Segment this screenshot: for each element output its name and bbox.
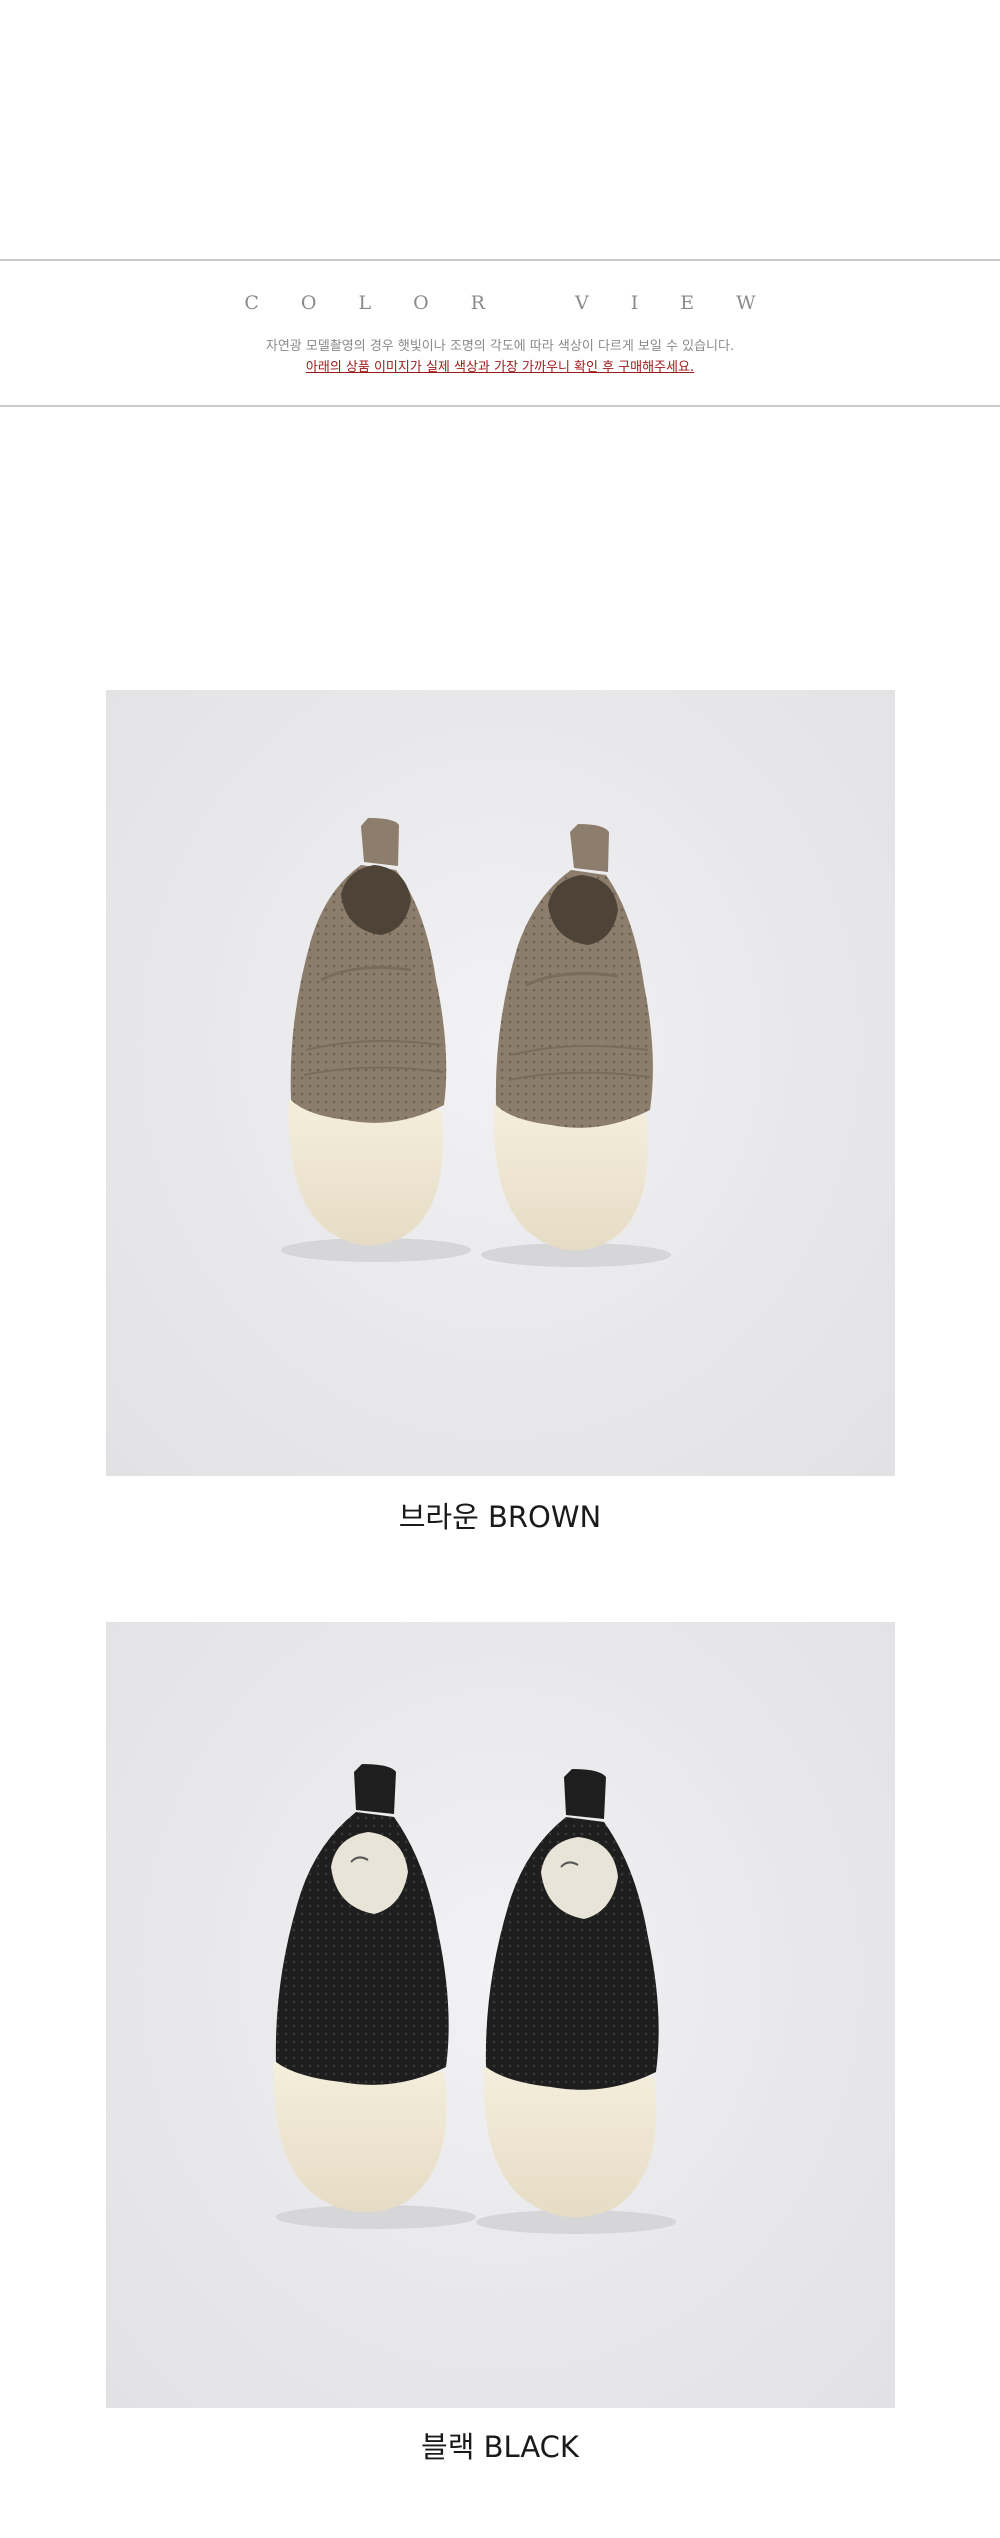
black-slip-on-shoes-image [273,1764,676,2234]
lighting-notice: 자연광 모델촬영의 경우 햇빛이나 조명의 각도에 따라 색상이 다르게 보일 … [265,339,735,354]
color-view-title: COLOR VIEW [244,292,798,314]
brown-shoes-photo [106,690,895,1476]
color-accuracy-notice: 아래의 상품 이미지가 실제 색상과 가장 가까우니 확인 후 구매해주세요. [305,360,695,375]
bottom-divider [0,405,1000,407]
top-divider [0,259,1000,261]
black-shoes-photo [106,1622,895,2408]
brown-color-caption: 브라운 BROWN [398,1500,602,1534]
black-color-caption: 블랙 BLACK [421,2430,579,2464]
brown-slip-on-shoes-image [281,818,671,1267]
